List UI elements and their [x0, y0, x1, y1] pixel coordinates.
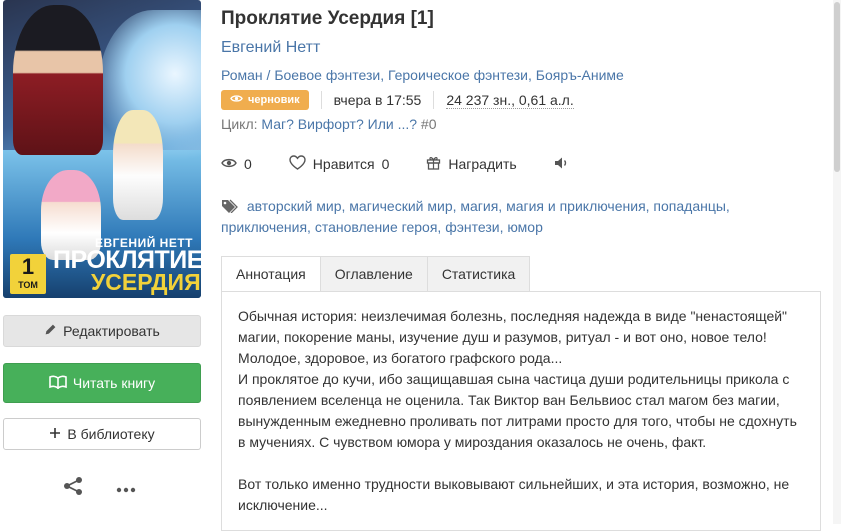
genres-link[interactable]: Роман / Боевое фэнтези, Героическое фэнт… — [221, 67, 624, 83]
edit-button[interactable]: Редактировать — [3, 315, 201, 347]
cover-title-line2: УСЕРДИЯ — [91, 269, 201, 295]
annotation-paragraph: Вот только именно трудности выковывают с… — [238, 476, 790, 513]
pencil-icon — [44, 323, 57, 339]
book-title: Проклятие Усердия [1] — [221, 8, 434, 29]
tab-contents[interactable]: Оглавление — [319, 256, 428, 292]
meta-divider — [433, 91, 435, 109]
tab-annotation[interactable]: Аннотация — [221, 256, 321, 292]
read-book-button[interactable]: Читать книгу — [3, 363, 201, 403]
views-counter: 0 — [221, 156, 252, 172]
scrollbar-thumb[interactable] — [834, 2, 840, 172]
like-button[interactable]: Нравится 0 — [289, 155, 390, 173]
page-scrollbar[interactable] — [833, 0, 841, 524]
like-label: Нравится — [312, 156, 375, 172]
listen-button[interactable] — [554, 156, 569, 173]
cycle-label: Цикл: — [221, 116, 258, 132]
annotation-paragraph: Обычная история: неизлечимая болезнь, по… — [238, 308, 788, 366]
updated-time: вчера в 17:55 — [333, 92, 422, 108]
annotation-paragraph: И проклятое до кучи, ибо защищавшая сына… — [238, 371, 797, 450]
cover-volume-number: 1 — [21, 254, 35, 279]
eye-icon — [221, 156, 237, 172]
share-actions — [62, 476, 136, 501]
cycle-number: #0 — [420, 116, 437, 132]
status-badge: черновик — [221, 90, 309, 110]
book-cover[interactable]: ЕВГЕНИЙ НЕТТ 1 ТОМ ПРОКЛЯТИЕ УСЕРДИЯ — [3, 0, 201, 298]
book-icon — [49, 375, 67, 392]
likes-count: 0 — [381, 156, 390, 172]
book-actions: 0 Нравится 0 Наградить — [221, 155, 606, 173]
heart-icon — [289, 155, 306, 173]
author-link[interactable]: Евгений Нетт — [221, 39, 320, 57]
book-meta: черновик вчера в 17:55 24 237 зн., 0,61 … — [221, 90, 574, 110]
eye-icon — [230, 94, 243, 106]
tags-list: авторский мир, магический мир, магия, ма… — [221, 196, 821, 238]
annotation-panel: Обычная история: неизлечимая болезнь, по… — [221, 291, 821, 531]
book-tabs: Аннотация Оглавление Статистика — [221, 256, 531, 292]
read-book-label: Читать книгу — [72, 375, 156, 391]
tab-statistics[interactable]: Статистика — [426, 256, 531, 292]
cycle-info: Цикл: Маг? Вирфорт? Или ...? #0 — [221, 116, 437, 132]
edit-button-label: Редактировать — [63, 323, 160, 339]
add-to-library-button[interactable]: В библиотеку — [3, 418, 201, 450]
cycle-link[interactable]: Маг? Вирфорт? Или ...? — [261, 116, 417, 132]
views-count: 0 — [244, 156, 252, 172]
book-size: 24 237 зн., 0,61 а.л. — [446, 91, 574, 109]
cover-volume-badge: 1 ТОМ — [10, 254, 46, 294]
add-to-library-label: В библиотеку — [67, 426, 155, 442]
more-icon[interactable] — [116, 480, 136, 498]
status-badge-label: черновик — [248, 94, 300, 106]
speaker-icon — [554, 156, 569, 173]
tag-icon — [221, 198, 247, 214]
gift-icon — [426, 155, 441, 173]
share-icon[interactable] — [62, 476, 84, 501]
meta-divider — [320, 91, 322, 109]
cover-hero-figure — [13, 5, 103, 155]
plus-icon — [49, 426, 61, 442]
reward-label: Наградить — [448, 156, 517, 172]
tags-links[interactable]: авторский мир, магический мир, магия, ма… — [221, 198, 730, 235]
cover-volume-label: ТОМ — [18, 280, 38, 290]
cover-girl-figure — [113, 110, 163, 220]
reward-button[interactable]: Наградить — [426, 155, 517, 173]
